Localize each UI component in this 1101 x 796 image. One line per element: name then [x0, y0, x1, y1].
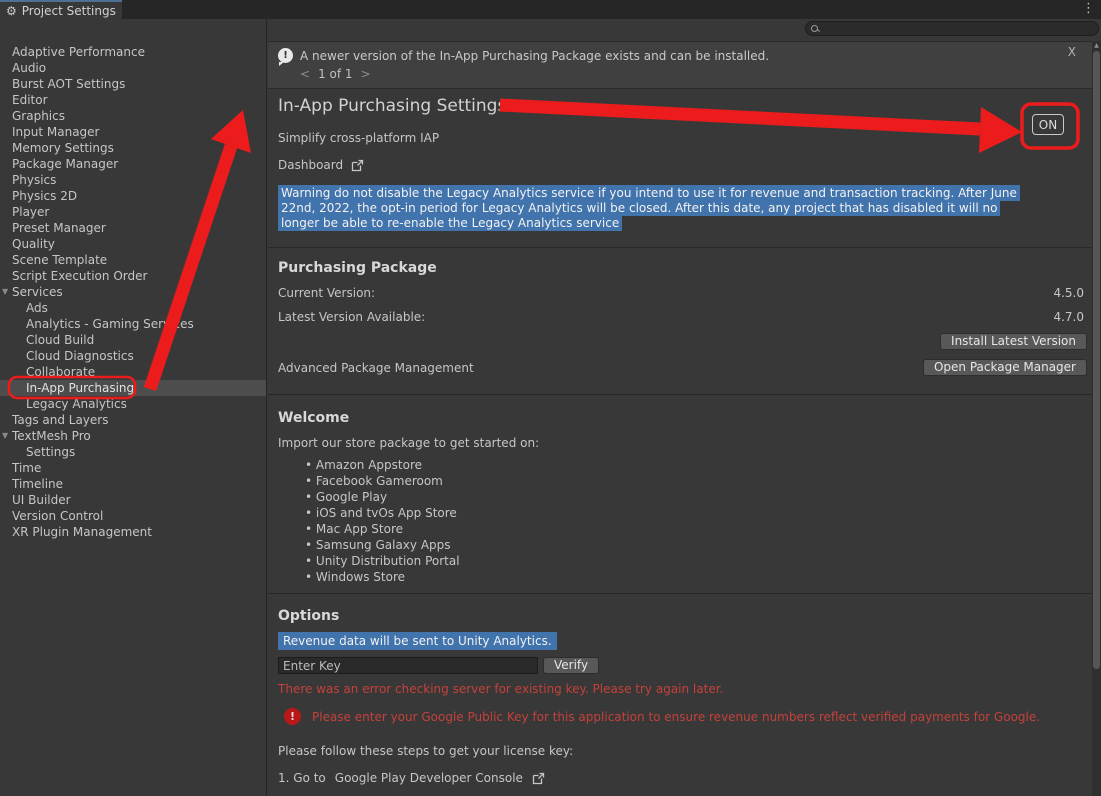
sidebar-item-script-execution-order[interactable]: Script Execution Order — [0, 268, 266, 284]
step1-prefix: 1. Go to — [278, 771, 326, 785]
title-bar: ⚙ Project Settings ⋮ — [0, 0, 1101, 19]
list-item: Mac App Store — [278, 521, 1092, 537]
chevron-down-icon[interactable]: ▼ — [2, 284, 8, 300]
project-settings-window: ⚙ Project Settings ⋮ Adaptive Performanc… — [0, 0, 1101, 796]
window-title: Project Settings — [22, 4, 116, 18]
sidebar-item-time[interactable]: Time — [0, 460, 266, 476]
list-item: Samsung Galaxy Apps — [278, 537, 1092, 553]
sidebar-item-legacy-analytics[interactable]: Legacy Analytics — [0, 396, 266, 412]
sidebar-item-analytics-gaming-services[interactable]: Analytics - Gaming Services — [0, 316, 266, 332]
verify-button[interactable]: Verify — [543, 657, 599, 674]
external-link-icon[interactable] — [532, 772, 545, 785]
welcome-heading: Welcome — [278, 410, 1092, 426]
sidebar-item-editor[interactable]: Editor — [0, 92, 266, 108]
search-icon — [811, 25, 819, 33]
sidebar-item-graphics[interactable]: Graphics — [0, 108, 266, 124]
sidebar-item-memory-settings[interactable]: Memory Settings — [0, 140, 266, 156]
sidebar-item-textmesh-pro[interactable]: ▼ TextMesh Pro — [0, 428, 266, 444]
sidebar-item-scene-template[interactable]: Scene Template — [0, 252, 266, 268]
sidebar-item-cloud-build[interactable]: Cloud Build — [0, 332, 266, 348]
list-item: iOS and tvOs App Store — [278, 505, 1092, 521]
main-content: In-App Purchasing Settings Simplify cros… — [268, 89, 1092, 796]
section-divider — [268, 593, 1092, 594]
page-title: In-App Purchasing Settings — [278, 96, 1092, 116]
section-divider — [268, 394, 1092, 395]
latest-version-label: Latest Version Available: — [278, 310, 425, 324]
section-divider — [268, 247, 1092, 248]
sidebar-item-preset-manager[interactable]: Preset Manager — [0, 220, 266, 236]
sidebar-item-cloud-diagnostics[interactable]: Cloud Diagnostics — [0, 348, 266, 364]
external-link-icon — [351, 159, 364, 172]
scrollbar-thumb[interactable] — [1093, 51, 1100, 669]
tab-project-settings[interactable]: ⚙ Project Settings — [0, 0, 122, 19]
sidebar-item-audio[interactable]: Audio — [0, 60, 266, 76]
sidebar-item-player[interactable]: Player — [0, 204, 266, 220]
pager-next-button[interactable]: > — [361, 67, 371, 81]
list-item: Amazon Appstore — [278, 457, 1092, 473]
list-item: Google Play — [278, 489, 1092, 505]
list-item: Windows Store — [278, 569, 1092, 585]
purchasing-package-heading: Purchasing Package — [278, 260, 1092, 276]
sidebar-item-input-manager[interactable]: Input Manager — [0, 124, 266, 140]
install-latest-version-button[interactable]: Install Latest Version — [940, 333, 1087, 350]
notification-icon: ! — [278, 48, 293, 63]
sidebar-item-ads[interactable]: Ads — [0, 300, 266, 316]
search-box[interactable] — [805, 21, 1099, 36]
sidebar-item-timeline[interactable]: Timeline — [0, 476, 266, 492]
welcome-intro: Import our store package to get started … — [278, 436, 1092, 450]
latest-version-value: 4.7.0 — [1053, 310, 1084, 324]
dashboard-link[interactable]: Dashboard — [278, 158, 1092, 172]
pager-prev-button[interactable]: < — [300, 67, 310, 81]
sidebar-item-ui-builder[interactable]: UI Builder — [0, 492, 266, 508]
sidebar-item-tags-and-layers[interactable]: Tags and Layers — [0, 412, 266, 428]
sidebar-item-in-app-purchasing[interactable]: In-App Purchasing — [0, 380, 266, 396]
sidebar-item-physics[interactable]: Physics — [0, 172, 266, 188]
sidebar-item-package-manager[interactable]: Package Manager — [0, 156, 266, 172]
google-key-warning: Please enter your Google Public Key for … — [312, 710, 1040, 724]
steps-intro: Please follow these steps to get your li… — [278, 744, 1092, 758]
sidebar-item-version-control[interactable]: Version Control — [0, 508, 266, 524]
update-notification-banner: ! A newer version of the In-App Purchasi… — [268, 41, 1092, 89]
options-heading: Options — [278, 608, 1092, 624]
pager-text: 1 of 1 — [318, 67, 352, 81]
banner-message: A newer version of the In-App Purchasing… — [300, 49, 769, 63]
list-item: Facebook Gameroom — [278, 473, 1092, 489]
chevron-down-icon[interactable]: ▼ — [2, 428, 8, 444]
sidebar-item-collaborate[interactable]: Collaborate — [0, 364, 266, 380]
advanced-package-management-label: Advanced Package Management — [278, 361, 474, 375]
key-error-text: There was an error checking server for e… — [278, 682, 1092, 696]
error-icon: ! — [284, 708, 301, 725]
settings-sidebar: Adaptive Performance Audio Burst AOT Set… — [0, 19, 267, 796]
step-1: 1. Go to Google Play Developer Console — [278, 771, 1092, 785]
sidebar-item-physics-2d[interactable]: Physics 2D — [0, 188, 266, 204]
kebab-menu-icon[interactable]: ⋮ — [1082, 1, 1095, 16]
sidebar-item-quality[interactable]: Quality — [0, 236, 266, 252]
analytics-note: Revenue data will be sent to Unity Analy… — [278, 634, 1092, 648]
vertical-scrollbar[interactable]: ▲ — [1092, 41, 1101, 796]
open-package-manager-button[interactable]: Open Package Manager — [923, 359, 1087, 376]
sidebar-item-adaptive-performance[interactable]: Adaptive Performance — [0, 44, 266, 60]
scroll-up-icon[interactable]: ▲ — [1092, 42, 1101, 50]
close-icon[interactable]: X — [1068, 45, 1076, 59]
page-subtitle: Simplify cross-platform IAP — [278, 131, 1092, 145]
dashboard-label: Dashboard — [278, 158, 343, 172]
sidebar-item-burst-aot-settings[interactable]: Burst AOT Settings — [0, 76, 266, 92]
sidebar-item-xr-plugin-management[interactable]: XR Plugin Management — [0, 524, 266, 540]
current-version-value: 4.5.0 — [1053, 286, 1084, 300]
sidebar-item-textmesh-settings[interactable]: Settings — [0, 444, 266, 460]
legacy-analytics-warning: Warning do not disable the Legacy Analyt… — [278, 186, 1026, 231]
current-version-label: Current Version: — [278, 286, 375, 300]
sidebar-item-services[interactable]: ▼ Services — [0, 284, 266, 300]
google-play-console-link[interactable]: Google Play Developer Console — [335, 771, 523, 785]
iap-on-toggle-button[interactable]: ON — [1032, 114, 1064, 135]
list-item: Unity Distribution Portal — [278, 553, 1092, 569]
banner-pager: < 1 of 1 > — [268, 63, 1092, 81]
enter-key-input[interactable] — [278, 657, 538, 674]
gear-icon: ⚙ — [6, 5, 17, 17]
sidebar-item-label: TextMesh Pro — [12, 429, 91, 443]
sidebar-item-label: Services — [12, 285, 63, 299]
store-list: Amazon Appstore Facebook Gameroom Google… — [278, 457, 1092, 585]
